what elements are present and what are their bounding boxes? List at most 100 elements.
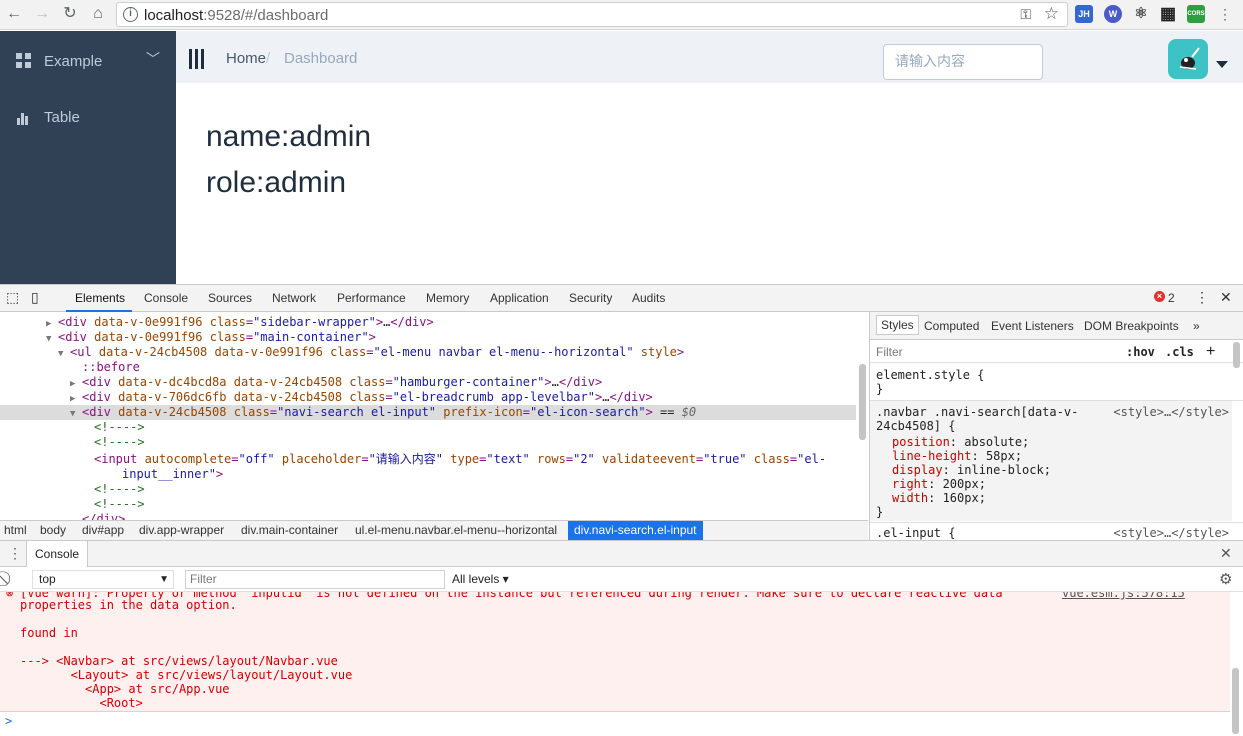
rule-selector[interactable]: .navbar .navi-search[data-v- [876,405,1078,419]
dom-node[interactable]: ▶ <div data-v-dc4bcd8a data-v-24cb4508 cl… [0,375,856,390]
more-tabs-icon[interactable]: » [1193,319,1200,333]
console-message: <Root> [20,696,143,710]
sidebar: Example ﹀ Table [0,31,176,284]
console-message: <Layout> at src/views/layout/Layout.vue [20,668,353,682]
dom-node[interactable]: ▶ <div data-v-706dc6fb data-v-24cb4508 cl… [0,390,856,405]
elements-tree: ▶ <div data-v-0e991f96 class="sidebar-wra… [0,312,868,520]
forward-icon[interactable]: → [32,4,52,24]
rule-selector[interactable]: .el-input { [876,526,955,540]
css-declaration[interactable]: line-height: 58px; [892,449,1022,463]
console-settings-gear-icon[interactable]: ⚙ [1219,570,1232,588]
device-toolbar-icon[interactable]: ▯ [31,289,39,306]
close-drawer-icon[interactable]: ✕ [1220,545,1232,562]
hover-state-toggle[interactable]: :hov [1126,345,1155,359]
inspect-element-icon[interactable]: ⬚ [6,289,19,306]
tab-elements[interactable]: Elements [75,291,125,305]
tab-computed[interactable]: Computed [924,319,979,333]
dom-node[interactable]: ▶ <div data-v-0e991f96 class="sidebar-wra… [0,315,856,330]
console-drawer-tab[interactable]: Console [26,541,89,567]
address-bar[interactable]: i localhost:9528/#/dashboard ⚿ ☆ [116,2,1068,27]
dom-node[interactable]: ::before [0,360,856,375]
wa-extension-icon[interactable]: W [1104,5,1122,23]
avatar[interactable] [1168,39,1208,79]
dom-breadcrumb-item[interactable]: div.main-container [241,523,338,537]
error-count[interactable]: 2 [1168,291,1175,305]
jh-extension-icon[interactable]: JH [1075,5,1093,23]
console-filter-input[interactable]: Filter [185,570,445,589]
console-message: ---> <Navbar> at src/views/layout/Navbar… [20,654,338,668]
back-icon[interactable]: ← [4,4,24,24]
reload-icon[interactable]: ↻ [60,4,80,24]
context-select[interactable]: top ▼ [32,570,174,589]
new-rule-icon[interactable]: + [1206,343,1215,361]
console-source-link[interactable]: vue.esm.js:578:15 [1062,592,1185,600]
devtools-menu-icon[interactable]: ⋮ [1195,289,1209,306]
error-icon[interactable]: × [1154,291,1165,302]
tab-audits[interactable]: Audits [632,291,665,305]
tab-memory[interactable]: Memory [426,291,469,305]
tab-sources[interactable]: Sources [208,291,252,305]
tab-styles[interactable]: Styles [876,315,919,335]
tab-security[interactable]: Security [569,291,612,305]
tab-performance[interactable]: Performance [337,291,406,305]
home-icon[interactable]: ⌂ [88,4,108,24]
qr-code-icon[interactable]: ▦ [1159,5,1177,23]
key-icon[interactable]: ⚿ [1020,6,1031,23]
bookmark-star-icon[interactable]: ☆ [1044,4,1059,24]
element-style-rule[interactable]: element.style { [876,368,984,382]
navi-search-input[interactable] [883,44,1043,80]
breadcrumb-home[interactable]: Home [226,50,266,67]
tab-dom-breakpoints[interactable]: DOM Breakpoints [1084,319,1179,333]
styles-tab-bar: Styles Computed Event Listeners DOM Brea… [870,312,1243,340]
rule-source-link[interactable]: <style>…</style> [1113,405,1229,419]
site-info-icon[interactable]: i [123,7,138,22]
dom-breadcrumbs: html body div#app div.app-wrapper div.ma… [0,520,868,540]
console-prompt[interactable]: > [5,714,12,728]
tab-application[interactable]: Application [490,291,549,305]
rule-source-link[interactable]: <style>…</style> [1113,526,1229,540]
breadcrumb-current: Dashboard [284,50,358,67]
sidebar-item-example[interactable]: Example ﹀ [0,33,176,89]
styles-filter-input[interactable]: Filter [876,345,903,359]
caret-down-icon[interactable] [1216,61,1228,68]
dom-node[interactable]: <!----> [0,482,856,497]
browser-toolbar: ← → ↻ ⌂ i localhost:9528/#/dashboard ⚿ ☆… [0,0,1243,30]
elements-scrollbar[interactable] [859,364,866,440]
dom-node[interactable]: <input autocomplete="off" placeholder="请… [0,452,856,467]
dom-breadcrumb-item[interactable]: body [40,523,66,537]
dom-node[interactable]: </div> [0,512,856,520]
tab-event-listeners[interactable]: Event Listeners [991,319,1074,333]
styles-scrollbar[interactable] [1233,342,1240,368]
dashboard-name: name:admin [206,120,372,153]
sidebar-item-table[interactable]: Table [0,89,176,145]
dom-node[interactable]: ▼ <ul data-v-24cb4508 data-v-0e991f96 cla… [0,345,856,360]
dom-breadcrumb-item[interactable]: div#app [82,523,124,537]
dom-breadcrumb-selected[interactable]: div.navi-search.el-input [568,521,703,540]
css-declaration[interactable]: position: absolute; [892,435,1029,449]
cors-extension-icon[interactable]: CORS [1187,5,1205,23]
tab-network[interactable]: Network [272,291,316,305]
css-declaration[interactable]: width: 160px; [892,491,986,505]
dom-node[interactable]: <!----> [0,435,856,450]
error-icon: ⊗ [6,592,14,600]
drawer-menu-icon[interactable]: ⋮ [8,545,22,562]
dom-breadcrumb-item[interactable]: html [4,523,27,537]
console-scrollbar[interactable] [1232,668,1239,734]
dom-node[interactable]: <!----> [0,497,856,512]
dom-node[interactable]: ▼ <div data-v-0e991f96 class="main-contai… [0,330,856,345]
browser-menu-icon[interactable]: ⋮ [1215,4,1235,24]
rule-selector[interactable]: 24cb4508] { [876,419,955,433]
class-toggle[interactable]: .cls [1165,345,1194,359]
hamburger-icon[interactable] [189,49,205,69]
react-devtools-icon[interactable]: ⚛ [1132,5,1150,23]
dom-node-selected[interactable]: ▼ <div data-v-24cb4508 class="navi-search… [0,405,856,420]
grid-icon [16,53,32,69]
css-declaration[interactable]: display: inline-block; [892,463,1051,477]
dom-node[interactable]: <!----> [0,420,856,435]
css-declaration[interactable]: right: 200px; [892,477,986,491]
close-devtools-icon[interactable]: ✕ [1220,289,1232,306]
dom-breadcrumb-item[interactable]: ul.el-menu.navbar.el-menu--horizontal [355,523,557,537]
tab-console[interactable]: Console [144,291,188,305]
log-levels-select[interactable]: All levels ▾ [452,572,509,586]
dom-breadcrumb-item[interactable]: div.app-wrapper [139,523,224,537]
